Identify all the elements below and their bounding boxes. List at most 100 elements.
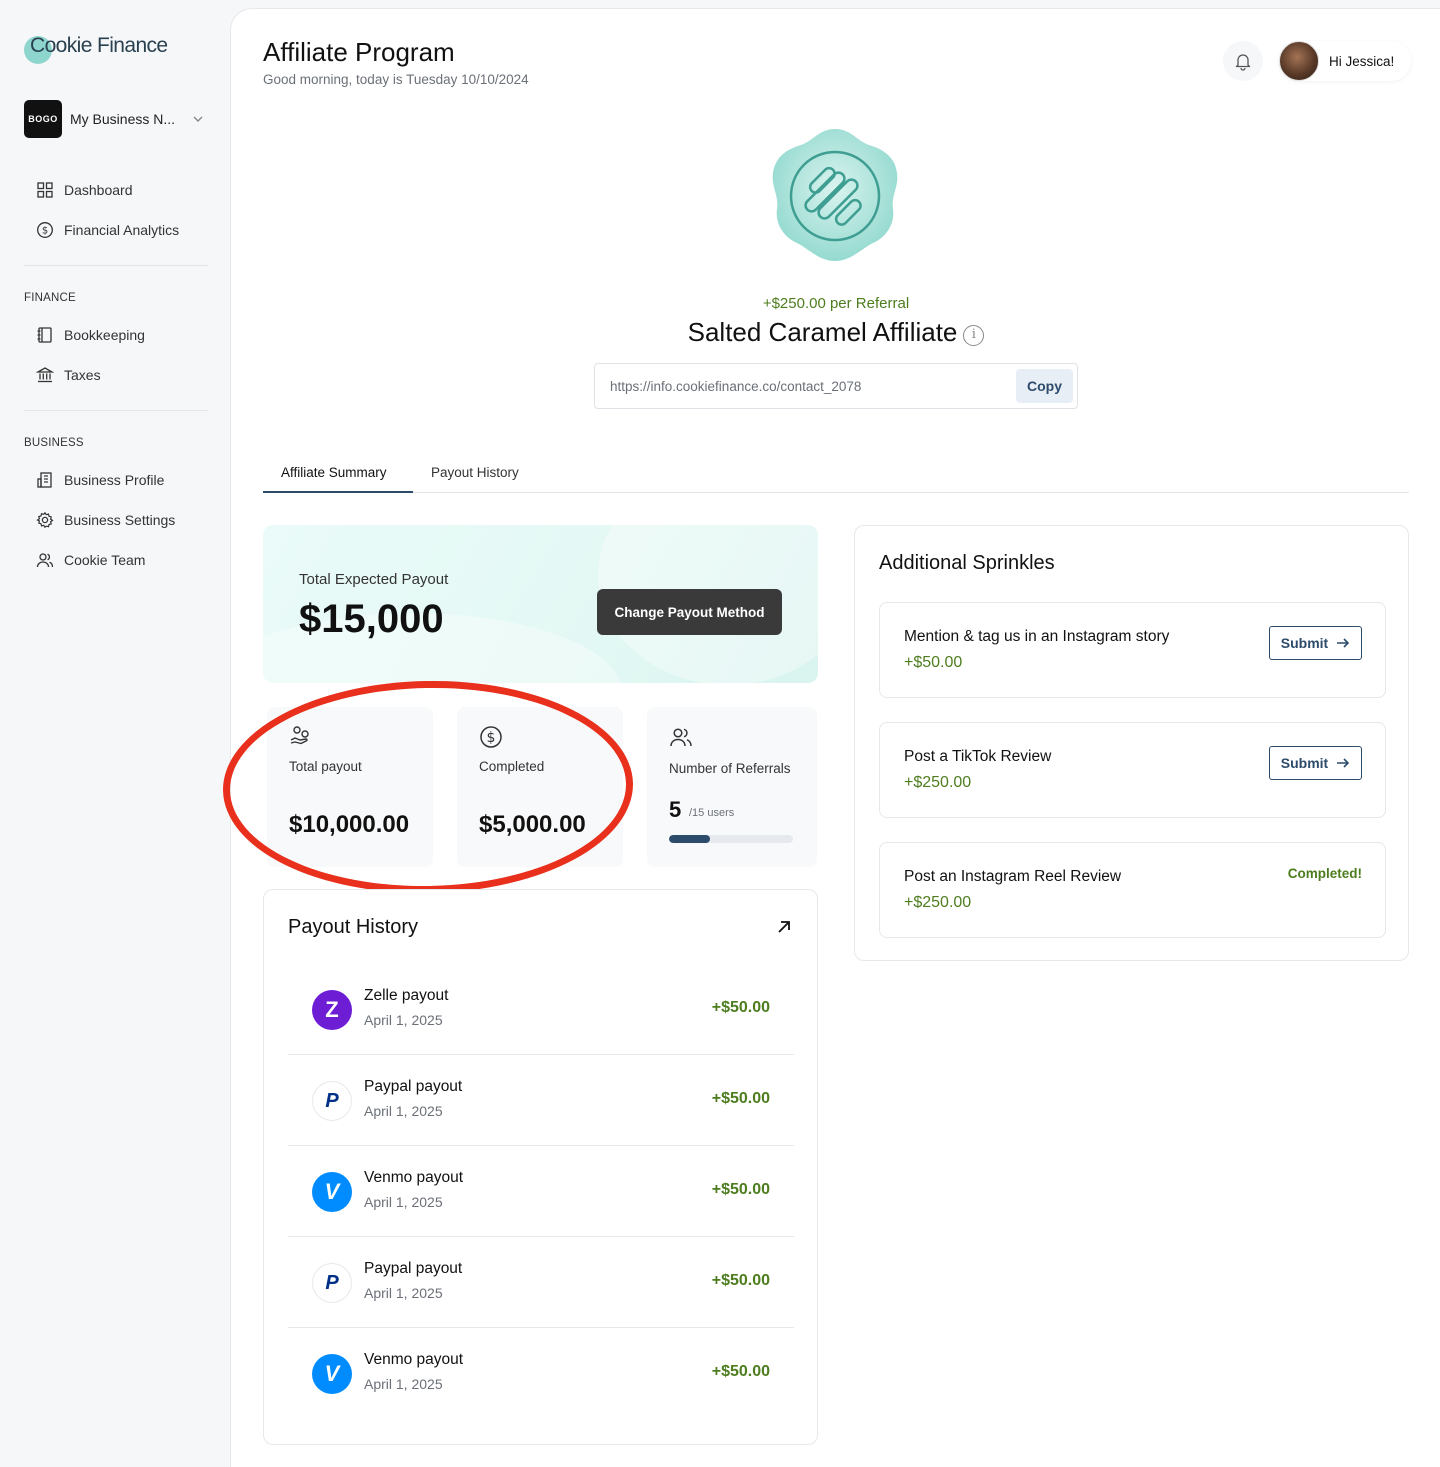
section-label-business: BUSINESS: [24, 437, 84, 449]
svg-text:$: $: [42, 226, 48, 237]
task-reward: +$50.00: [904, 654, 963, 671]
chevron-down-icon: [193, 116, 203, 122]
paypal-icon: P: [312, 1263, 352, 1303]
user-menu[interactable]: Hi Jessica!: [1279, 41, 1411, 81]
task-name: Post a TikTok Review: [904, 748, 1052, 765]
payout-date: April 1, 2025: [364, 1012, 443, 1028]
sidebar-item-taxes[interactable]: Taxes: [36, 364, 101, 386]
referral-total: /15 users: [689, 807, 735, 819]
list-item[interactable]: V Venmo payout April 1, 2025 +$50.00: [288, 1146, 794, 1237]
list-item[interactable]: V Venmo payout April 1, 2025 +$50.00: [288, 1328, 794, 1419]
affiliate-title-text: Salted Caramel Affiliate: [687, 317, 958, 347]
main-panel: Affiliate Program Good morning, today is…: [221, 8, 1440, 1467]
sidebar-item-label: Taxes: [64, 367, 101, 383]
sidebar-item-financial-analytics[interactable]: $ Financial Analytics: [36, 219, 179, 241]
sidebar-item-bookkeeping[interactable]: Bookkeeping: [36, 324, 145, 346]
stat-label: Number of Referrals: [669, 761, 791, 776]
change-payout-method-button[interactable]: Change Payout Method: [597, 589, 782, 635]
payout-name: Venmo payout: [364, 1351, 464, 1368]
tab-payout-history[interactable]: Payout History: [431, 465, 519, 493]
sprinkles-title: Additional Sprinkles: [879, 552, 1055, 574]
sidebar-item-label: Bookkeeping: [64, 327, 145, 343]
payout-amount: +$50.00: [711, 1272, 770, 1289]
payout-amount: +$50.00: [711, 1181, 770, 1198]
paypal-icon: P: [312, 1081, 352, 1121]
affiliate-title: Salted Caramel Affiliate i: [231, 317, 1440, 348]
sidebar-item-label: Business Settings: [64, 512, 176, 528]
sidebar-item-label: Dashboard: [64, 182, 133, 198]
task-reward: +$250.00: [904, 774, 972, 791]
additional-sprinkles-card: Additional Sprinkles Mention & tag us in…: [854, 525, 1409, 961]
stat-label: Total payout: [289, 759, 362, 774]
tab-bar: Affiliate Summary Payout History: [263, 461, 1409, 493]
users-icon: [36, 553, 54, 568]
task-card: Post an Instagram Reel Review +$250.00 C…: [879, 842, 1386, 938]
notifications-button[interactable]: [1223, 41, 1263, 81]
list-item[interactable]: P Paypal payout April 1, 2025 +$50.00: [288, 1055, 794, 1146]
provider-glyph: Z: [325, 997, 339, 1022]
task-reward: +$250.00: [904, 894, 972, 911]
gear-icon: [36, 511, 54, 529]
tab-affiliate-summary[interactable]: Affiliate Summary: [263, 465, 413, 493]
business-switcher[interactable]: BOGO My Business N...: [24, 100, 209, 138]
zelle-icon: Z: [312, 990, 352, 1030]
submit-button[interactable]: Submit: [1269, 626, 1362, 660]
submit-label: Submit: [1280, 755, 1329, 771]
stat-value: $5,000.00: [479, 811, 586, 838]
stat-completed: $ Completed $5,000.00: [457, 707, 623, 867]
payout-name: Paypal payout: [364, 1078, 463, 1095]
arrow-up-right-icon[interactable]: [775, 918, 793, 936]
referral-count: 5: [669, 797, 682, 822]
sidebar-item-business-profile[interactable]: Business Profile: [36, 469, 164, 491]
building-icon: [37, 472, 52, 488]
list-item[interactable]: P Paypal payout April 1, 2025 +$50.00: [288, 1237, 794, 1328]
svg-text:$: $: [487, 730, 496, 746]
business-name: My Business N...: [70, 111, 176, 127]
total-expected-payout-card: Total Expected Payout $15,000 Change Pay…: [263, 525, 818, 683]
grid-icon: [37, 182, 53, 198]
info-icon[interactable]: i: [963, 325, 985, 346]
list-item[interactable]: Z Zelle payout April 1, 2025 +$50.00: [288, 964, 794, 1055]
sidebar-item-dashboard[interactable]: Dashboard: [36, 179, 133, 201]
arrow-right-icon: [1337, 638, 1350, 648]
sidebar-item-cookie-team[interactable]: Cookie Team: [36, 549, 145, 571]
task-card: Post a TikTok Review +$250.00 Submit: [879, 722, 1386, 818]
venmo-icon: V: [312, 1354, 352, 1394]
sidebar-divider: [24, 410, 208, 411]
provider-glyph: P: [325, 1089, 339, 1112]
sidebar-item-business-settings[interactable]: Business Settings: [36, 509, 175, 531]
payout-date: April 1, 2025: [364, 1285, 443, 1301]
task-card: Mention & tag us in an Instagram story +…: [879, 602, 1386, 698]
per-referral-reward: +$250.00 per Referral: [762, 295, 910, 312]
arrow-right-icon: [1337, 758, 1350, 768]
sidebar: Cookie Finance BOGO My Business N... Das…: [0, 0, 230, 1467]
user-greeting: Hi Jessica!: [1329, 53, 1395, 69]
sidebar-item-label: Financial Analytics: [64, 222, 180, 238]
payout-name: Paypal payout: [364, 1260, 463, 1277]
book-icon: [37, 327, 52, 343]
referral-link-field: https://info.cookiefinance.co/contact_20…: [594, 363, 1078, 409]
copy-button[interactable]: Copy: [1016, 369, 1073, 403]
users-icon: [670, 728, 692, 747]
stat-value: $10,000.00: [289, 811, 410, 838]
payout-name: Venmo payout: [364, 1169, 464, 1186]
brand-name: Cookie Finance: [30, 34, 168, 57]
payout-date: April 1, 2025: [364, 1194, 443, 1210]
submit-button[interactable]: Submit: [1269, 746, 1362, 780]
referral-progress-bar: [669, 835, 793, 843]
submit-label: Submit: [1280, 635, 1329, 651]
payout-amount: +$50.00: [711, 1363, 770, 1380]
provider-glyph: V: [324, 1361, 340, 1386]
payout-history-card: Payout History Z Zelle payout April 1, 2…: [263, 889, 818, 1445]
payout-amount: +$50.00: [711, 999, 770, 1016]
payout-date: April 1, 2025: [364, 1376, 443, 1392]
sidebar-divider: [24, 265, 208, 266]
provider-glyph: P: [325, 1271, 339, 1294]
payout-name: Zelle payout: [364, 987, 449, 1004]
sidebar-item-label: Business Profile: [64, 472, 165, 488]
business-logo: BOGO: [24, 100, 62, 138]
dollar-circle-icon: $: [480, 726, 502, 748]
page-title: Affiliate Program: [263, 37, 455, 67]
brand-logo[interactable]: Cookie Finance: [24, 34, 168, 64]
referral-link[interactable]: https://info.cookiefinance.co/contact_20…: [610, 379, 861, 394]
